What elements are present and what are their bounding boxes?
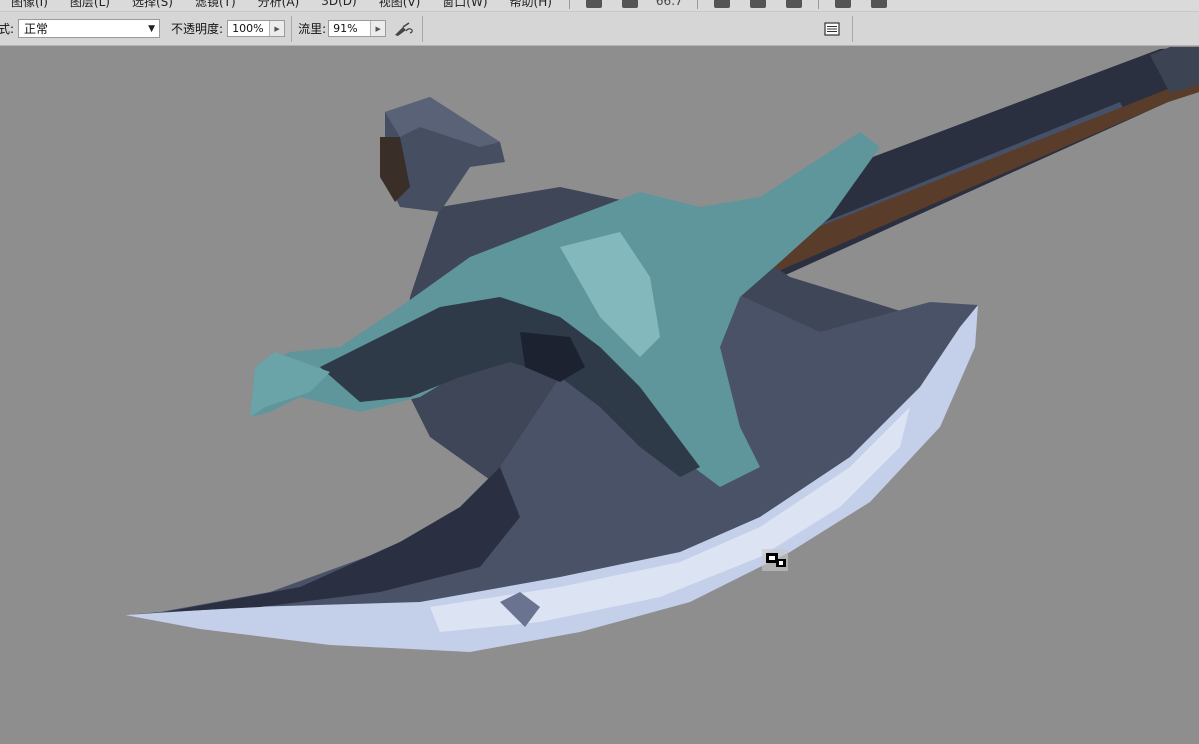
opacity-label: 不透明度: — [171, 22, 224, 36]
menu-select[interactable]: 选择(S) — [121, 0, 184, 10]
menu-separator — [817, 0, 819, 9]
blend-mode-select[interactable]: 正常 ▼ — [18, 19, 161, 38]
flow-value: 91% — [333, 22, 358, 35]
flow-slider-arrow-icon[interactable]: ▶ — [370, 21, 386, 36]
flow-field[interactable]: 91% ▶ — [328, 20, 387, 37]
axe-painting — [125, 47, 1199, 652]
menu-window[interactable]: 窗口(W) — [431, 0, 498, 10]
menu-analysis[interactable]: 分析(A) — [247, 0, 311, 10]
brush-panel-icon — [824, 22, 840, 36]
blend-mode-value: 正常 — [24, 22, 49, 36]
brush-cursor-icon — [762, 549, 788, 571]
menu-view[interactable]: 视图(V) — [368, 0, 432, 10]
opacity-value: 100% — [232, 22, 264, 35]
menu-bar: 图像(I) 图层(L) 选择(S) 滤镜(T) 分析(A) 3D(D) 视图(V… — [0, 0, 1199, 12]
menu-separator — [696, 0, 698, 9]
menu-layer[interactable]: 图层(L) — [59, 0, 121, 10]
arrange-documents-icon[interactable] — [834, 0, 851, 8]
menu-help[interactable]: 帮助(H) — [499, 0, 563, 10]
menu-bar-inner: 图像(I) 图层(L) 选择(S) 滤镜(T) 分析(A) 3D(D) 视图(V… — [0, 0, 897, 10]
options-separator — [291, 15, 293, 42]
zoom-tool-icon[interactable] — [749, 0, 766, 8]
opacity-field[interactable]: 100% ▶ — [227, 20, 286, 37]
flow-label: 流里: — [298, 22, 327, 36]
airbrush-button[interactable] — [392, 18, 416, 40]
mode-label: 式: — [0, 22, 15, 36]
screen-mode-icon[interactable] — [870, 0, 887, 8]
opacity-slider-arrow-icon[interactable]: ▶ — [269, 21, 285, 36]
menu-3d[interactable]: 3D(D) — [310, 0, 367, 8]
chevron-down-icon: ▼ — [148, 23, 156, 34]
bridge-icon[interactable] — [585, 0, 602, 8]
rotate-view-icon[interactable] — [785, 0, 802, 8]
hand-tool-icon[interactable] — [713, 0, 730, 8]
options-separator — [852, 16, 853, 42]
options-separator — [422, 15, 424, 42]
toggle-brush-panel-button[interactable] — [822, 20, 842, 38]
airbrush-icon — [395, 21, 413, 36]
document-canvas[interactable] — [0, 47, 1199, 744]
zoom-level[interactable]: 66.7 — [648, 0, 691, 8]
tool-options-bar: 式: 正常 ▼ 不透明度: 100% ▶ 流里: 91% ▶ — [0, 12, 1199, 46]
menu-filter[interactable]: 滤镜(T) — [184, 0, 247, 10]
menu-image[interactable]: 图像(I) — [0, 0, 59, 10]
menu-separator — [568, 0, 570, 9]
view-extras-icon[interactable] — [621, 0, 638, 8]
